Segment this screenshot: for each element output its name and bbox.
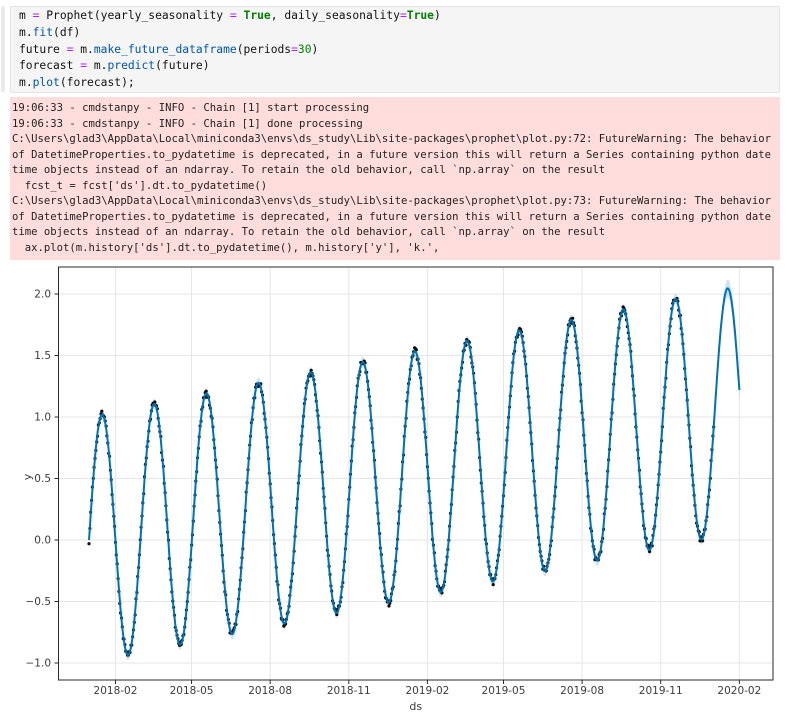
y-tick-label: 2.0 <box>34 289 51 301</box>
axis-ticks <box>54 293 740 684</box>
x-tick-label: 2020-02 <box>717 685 761 697</box>
code-line: m.fit(df) <box>19 25 81 39</box>
x-tick-label: 2019-05 <box>482 685 526 697</box>
x-tick-label: 2019-11 <box>639 685 683 697</box>
y-tick-label: 0.5 <box>34 473 51 485</box>
x-tick-label: 2019-08 <box>560 685 604 697</box>
y-tick-label: 1.5 <box>34 350 51 362</box>
code-line: m.plot(forecast); <box>19 76 135 90</box>
forecast-line <box>88 287 741 657</box>
x-tick-label: 2018-11 <box>327 685 371 697</box>
plot-spines <box>58 266 774 681</box>
x-axis-label: ds <box>409 700 422 713</box>
grid-lines <box>58 267 773 680</box>
x-tick-label: 2018-05 <box>170 685 214 697</box>
code-line: future = m.make_future_dataframe(periods… <box>19 42 319 56</box>
forecast-figure: 2018-02 2018-05 2018-08 2018-11 2019-02 2019-… <box>0 260 787 718</box>
y-tick-label: −0.5 <box>26 596 52 608</box>
x-tick-label: 2019-02 <box>405 685 449 697</box>
stderr-output: 19:06:33 - cmdstanpy - INFO - Chain [1] … <box>10 97 780 260</box>
y-axis-label: y <box>21 473 34 480</box>
y-tick-label: 0.0 <box>34 535 51 547</box>
axis-tick-labels: 2018-02 2018-05 2018-08 2018-11 2019-02 2019-… <box>26 289 762 698</box>
y-tick-label: −1.0 <box>26 658 52 670</box>
code-line: forecast = m.predict(future) <box>19 59 210 73</box>
code-line: m = Prophet(yearly_seasonality = True, d… <box>19 9 441 22</box>
x-tick-label: 2018-08 <box>248 685 292 697</box>
y-tick-label: 1.0 <box>34 412 51 424</box>
code-cell-editor[interactable]: m = Prophet(yearly_seasonality = True, d… <box>10 6 780 93</box>
cell-collapser-bar[interactable] <box>1 6 5 92</box>
x-tick-label: 2018-02 <box>94 685 138 697</box>
